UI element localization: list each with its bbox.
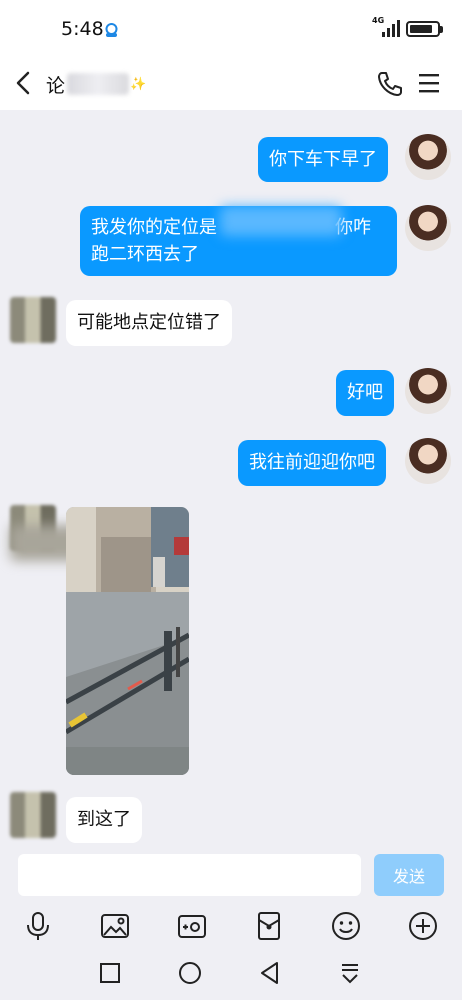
message-text-line1: 我发你的定位是 xyxy=(91,217,217,238)
message-text: 好吧 xyxy=(347,382,383,403)
message-text: 你下车下早了 xyxy=(269,148,377,170)
recent-apps-icon[interactable] xyxy=(97,960,123,986)
app-notification-icon xyxy=(105,23,118,37)
message-text: 我往前迎迎你吧 xyxy=(249,452,375,473)
my-avatar[interactable] xyxy=(405,438,451,484)
battery-icon xyxy=(406,21,440,37)
red-packet-icon[interactable] xyxy=(253,910,285,942)
back-triangle-icon[interactable] xyxy=(257,960,283,986)
input-bar: 发送 xyxy=(0,848,462,902)
my-avatar[interactable] xyxy=(405,205,451,251)
message-text: 可能地点定位错了 xyxy=(77,312,221,333)
chat-title: 论 ✨ xyxy=(46,70,146,98)
message-bubble-sent[interactable]: 好吧 xyxy=(336,370,394,416)
emoji-icon[interactable] xyxy=(330,910,362,942)
contact-avatar[interactable] xyxy=(10,297,56,343)
chat-title-text: 论 xyxy=(46,74,66,97)
street-photo xyxy=(66,507,189,775)
menu-icon[interactable] xyxy=(417,72,441,94)
chat-toolbar xyxy=(0,902,462,948)
microphone-icon[interactable] xyxy=(22,910,54,942)
sparkle-icon: ✨ xyxy=(130,76,147,92)
message-text-line2: 跑二环西去了 xyxy=(91,244,199,265)
message-image[interactable] xyxy=(66,507,189,775)
phone-call-icon[interactable] xyxy=(376,68,402,98)
battery-fill xyxy=(410,25,432,33)
status-time: 5:48 xyxy=(61,18,104,40)
message-bubble-received[interactable]: 到这了 xyxy=(66,797,142,843)
chat-header: 论 ✨ xyxy=(0,56,462,110)
plus-icon[interactable] xyxy=(407,910,439,942)
signal-icon xyxy=(382,20,400,37)
chat-title-blurred xyxy=(67,73,130,95)
message-bubble-sent[interactable]: 我往前迎迎你吧 xyxy=(238,440,386,486)
send-button[interactable]: 发送 xyxy=(374,854,444,896)
message-input[interactable] xyxy=(18,854,361,896)
message-bubble-received[interactable]: 可能地点定位错了 xyxy=(66,300,232,346)
back-arrow-icon[interactable] xyxy=(12,68,36,98)
contact-avatar[interactable] xyxy=(10,792,56,838)
status-bar: 5:48 4G xyxy=(0,0,462,56)
message-bubble-sent[interactable]: 你下车下早了 xyxy=(258,137,388,182)
image-icon[interactable] xyxy=(99,910,131,942)
my-avatar[interactable] xyxy=(405,368,451,414)
notification-pull-icon[interactable] xyxy=(337,960,363,986)
system-nav-bar xyxy=(0,948,462,1000)
message-text: 到这了 xyxy=(77,809,131,830)
privacy-blur xyxy=(220,206,342,236)
home-icon[interactable] xyxy=(177,960,203,986)
battery-tip xyxy=(440,26,443,33)
my-avatar[interactable] xyxy=(405,134,451,180)
camera-icon[interactable] xyxy=(176,910,208,942)
